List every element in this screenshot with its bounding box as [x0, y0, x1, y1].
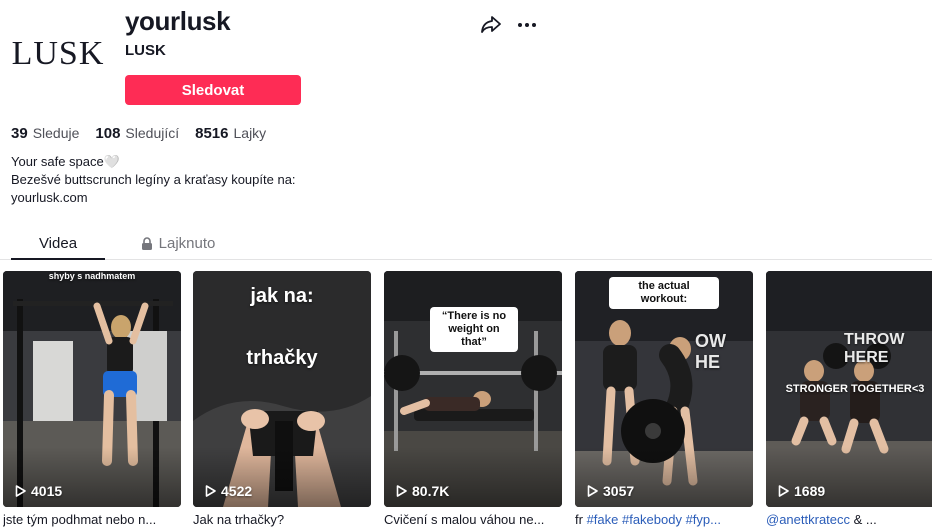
more-options-button[interactable]	[514, 13, 540, 37]
bio-line-1: Your safe space🤍	[11, 154, 120, 169]
view-count: 4015	[15, 483, 62, 499]
active-tab-indicator	[11, 258, 105, 260]
video-overlay-quote: “There is no weight on that”	[430, 307, 518, 352]
caption-text: fr	[575, 512, 587, 527]
caption-text: & ...	[850, 512, 877, 527]
view-count-value: 80.7K	[412, 483, 450, 499]
video-overlay-text: STRONGER TOGETHER<3	[785, 383, 925, 395]
view-count-value: 4522	[221, 483, 253, 499]
video-thumbnail[interactable]: the actual workout: OW HE 3057	[575, 271, 753, 507]
caption-hashtags[interactable]: #fake #fakebody #fyp...	[587, 512, 721, 527]
play-icon	[587, 485, 598, 497]
profile-nickname: LUSK	[125, 42, 166, 59]
tab-liked[interactable]: Lajknuto	[126, 226, 230, 260]
video-overlay-subtitle: trhačky	[246, 347, 318, 369]
bio-line-2: Bezešvé buttscrunch legíny a kraťasy kou…	[11, 172, 296, 187]
video-caption[interactable]: fr #fake #fakebody #fyp...	[575, 512, 753, 528]
video-card[interactable]: the actual workout: OW HE 3057 fr #fake …	[575, 271, 753, 528]
play-icon	[205, 485, 216, 497]
following-label: Sleduje	[32, 125, 80, 141]
share-arrow-icon	[481, 16, 501, 33]
video-card[interactable]: THROW HERE STRONGER TOGETHER<3 1689 @ane…	[766, 271, 932, 528]
video-thumbnail[interactable]: THROW HERE STRONGER TOGETHER<3 1689	[766, 271, 932, 507]
avatar[interactable]: LUSK	[8, 14, 108, 94]
video-overlay-text: shyby s nadhmatem	[48, 271, 136, 281]
more-dots-icon	[518, 23, 536, 27]
bio-line-3: yourlusk.com	[11, 190, 88, 205]
followers-stat[interactable]: 108 Sledující	[95, 125, 179, 142]
view-count-value: 1689	[794, 483, 826, 499]
followers-count: 108	[95, 125, 121, 142]
view-count: 1689	[778, 483, 825, 499]
view-count-value: 4015	[31, 483, 63, 499]
video-thumbnail[interactable]: shyby s nadhmatem 4015	[3, 271, 181, 507]
video-thumbnail[interactable]: “There is no weight on that” 80.7K	[384, 271, 562, 507]
follow-button[interactable]: Sledovat	[125, 75, 301, 105]
video-card[interactable]: jak na: trhačky 4522 Jak na trhačky?	[193, 271, 371, 528]
lock-icon	[141, 236, 153, 250]
following-stat[interactable]: 39 Sleduje	[11, 125, 79, 142]
tab-liked-label: Lajknuto	[158, 234, 216, 252]
view-count: 80.7K	[396, 483, 449, 499]
likes-stat: 8516 Lajky	[195, 125, 266, 142]
video-caption[interactable]: jste tým podhmat nebo n...	[3, 512, 181, 528]
tab-videos[interactable]: Videa	[11, 226, 105, 260]
avatar-logo-text: LUSK	[11, 35, 105, 72]
likes-label: Lajky	[233, 125, 267, 141]
view-count: 3057	[587, 483, 634, 499]
tab-videos-label: Videa	[38, 234, 78, 252]
video-caption[interactable]: Jak na trhačky?	[193, 512, 371, 528]
followers-label: Sledující	[125, 125, 180, 141]
profile-tabs: Videa Lajknuto	[0, 226, 932, 260]
video-caption[interactable]: @anettkratecc & ...	[766, 512, 932, 528]
view-count-value: 3057	[603, 483, 635, 499]
wall-text: OW HE	[695, 331, 726, 372]
likes-count: 8516	[195, 125, 229, 142]
caption-mention[interactable]: @anettkratecc	[766, 512, 850, 527]
video-card[interactable]: shyby s nadhmatem 4015 jste tým podhmat …	[3, 271, 181, 528]
view-count: 4522	[205, 483, 252, 499]
play-icon	[396, 485, 407, 497]
video-grid: shyby s nadhmatem 4015 jste tým podhmat …	[0, 271, 932, 528]
video-overlay-label: the actual workout:	[609, 277, 719, 309]
video-thumbnail[interactable]: jak na: trhačky 4522	[193, 271, 371, 507]
video-caption[interactable]: Cvičení s malou váhou ne...	[384, 512, 562, 528]
wall-text: THROW HERE	[844, 331, 905, 366]
video-card[interactable]: “There is no weight on that” 80.7K Cviče…	[384, 271, 562, 528]
video-overlay-title: jak na:	[250, 285, 314, 307]
profile-bio: Your safe space🤍 Bezešvé buttscrunch leg…	[11, 153, 296, 207]
profile-username: yourlusk	[125, 6, 231, 36]
share-button[interactable]	[479, 13, 503, 37]
following-count: 39	[11, 125, 28, 142]
play-icon	[15, 485, 26, 497]
play-icon	[778, 485, 789, 497]
profile-stats: 39 Sleduje 108 Sledující 8516 Lajky	[11, 125, 282, 142]
